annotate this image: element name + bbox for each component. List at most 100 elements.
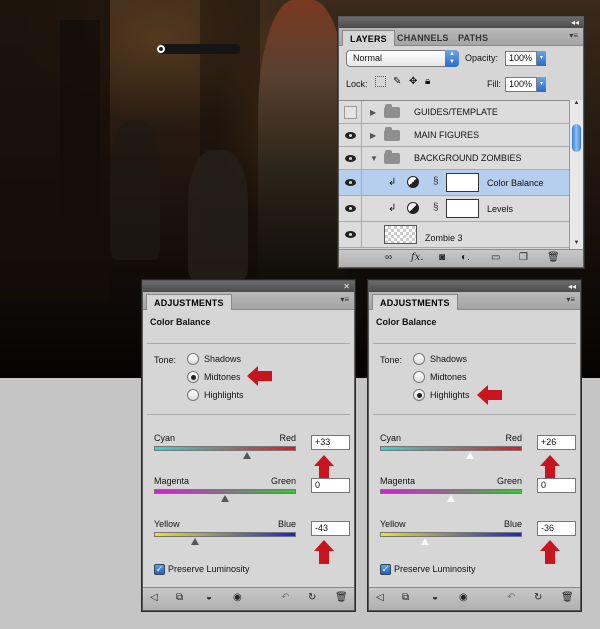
- visibility-cell[interactable]: [339, 196, 362, 221]
- radio-button[interactable]: [413, 353, 425, 365]
- lock-position-icon[interactable]: ✥: [409, 76, 417, 87]
- layer-row-main-figures[interactable]: ▶ MAIN FIGURES: [339, 124, 569, 147]
- slider-track[interactable]: [154, 446, 296, 451]
- tab-layers[interactable]: LAYERS: [342, 30, 395, 46]
- new-layer-icon[interactable]: ❐: [519, 252, 528, 263]
- visibility-off-icon[interactable]: [344, 106, 357, 119]
- slider-track[interactable]: [380, 532, 522, 537]
- slider-knob[interactable]: [447, 495, 455, 502]
- add-mask-icon[interactable]: ◙: [439, 252, 445, 263]
- slider-knob[interactable]: [221, 495, 229, 502]
- tab-paths[interactable]: PATHS: [451, 30, 495, 46]
- eye-icon[interactable]: [345, 132, 356, 139]
- previous-state-icon[interactable]: ↶: [507, 592, 515, 603]
- link-chain-icon[interactable]: §: [433, 176, 439, 187]
- panel-titlebar[interactable]: ✕: [143, 281, 354, 292]
- tab-adjustments[interactable]: ADJUSTMENTS: [372, 294, 458, 310]
- eye-icon[interactable]: [345, 205, 356, 212]
- fx-icon[interactable]: fx.: [411, 252, 424, 263]
- radio-button[interactable]: [413, 371, 425, 383]
- collapse-icon[interactable]: ✕: [343, 281, 350, 292]
- visibility-eye-icon[interactable]: ◉: [233, 592, 242, 603]
- visibility-cell[interactable]: [339, 170, 362, 195]
- layer-thumbnail[interactable]: [384, 225, 417, 244]
- eye-icon[interactable]: [345, 155, 356, 162]
- slider-track[interactable]: [380, 489, 522, 494]
- layer-row-color-balance[interactable]: ↲ § Color Balance: [339, 170, 569, 196]
- layer-row-guides-template[interactable]: ▶ GUIDES/TEMPLATE: [339, 101, 569, 124]
- visibility-cell[interactable]: [339, 101, 362, 123]
- slider-knob[interactable]: [243, 452, 251, 459]
- trash-icon[interactable]: 🗑︎: [561, 592, 574, 603]
- radio-button[interactable]: [413, 389, 425, 401]
- tab-channels[interactable]: CHANNELS: [390, 30, 456, 46]
- slider-value-input[interactable]: +26: [537, 435, 576, 450]
- previous-state-icon[interactable]: ↶: [281, 592, 289, 603]
- layer-mask-thumbnail[interactable]: [446, 199, 479, 218]
- visibility-cell[interactable]: [339, 124, 362, 146]
- preserve-luminosity-checkbox[interactable]: ✓: [380, 564, 391, 575]
- blend-mode-select[interactable]: Normal ▲ ▼: [346, 50, 459, 67]
- slider-knob[interactable]: [466, 452, 474, 459]
- collapse-icon[interactable]: ◂◂: [571, 17, 579, 28]
- opacity-input[interactable]: 100%: [505, 51, 537, 66]
- reset-icon[interactable]: ↻: [534, 592, 542, 603]
- expand-triangle-icon[interactable]: ▶: [370, 131, 376, 140]
- reset-icon[interactable]: ↻: [308, 592, 316, 603]
- opacity-dropdown-icon[interactable]: ▾: [537, 51, 546, 66]
- panel-menu-icon[interactable]: ▾≡: [340, 295, 349, 304]
- slider-value-input[interactable]: -36: [537, 521, 576, 536]
- slider-track[interactable]: [154, 532, 296, 537]
- expand-triangle-icon[interactable]: ▶: [370, 108, 376, 117]
- clip-layer-icon[interactable]: ◒: [432, 592, 438, 603]
- lock-pixels-icon[interactable]: ✎: [393, 76, 401, 87]
- back-arrow-icon[interactable]: ◁: [150, 592, 158, 603]
- slider-value-input[interactable]: 0: [537, 478, 576, 493]
- fill-input[interactable]: 100%: [505, 77, 537, 92]
- layer-row-levels[interactable]: ↲ § Levels: [339, 196, 569, 222]
- collapse-triangle-icon[interactable]: ▼: [370, 154, 378, 163]
- slider-knob[interactable]: [421, 538, 429, 545]
- red-arrow-up-icon: [540, 455, 560, 479]
- layer-row-zombie-3[interactable]: Zombie 3: [339, 222, 569, 248]
- visibility-cell[interactable]: [339, 222, 362, 247]
- collapse-icon[interactable]: ◂◂: [568, 281, 576, 292]
- new-group-icon[interactable]: ▭: [491, 252, 500, 263]
- lock-all-icon[interactable]: 🔒︎: [425, 76, 430, 87]
- fill-dropdown-icon[interactable]: ▾: [537, 77, 546, 92]
- scroll-up-icon[interactable]: ▲: [570, 100, 583, 110]
- slider-track[interactable]: [154, 489, 296, 494]
- eye-icon[interactable]: [345, 231, 356, 238]
- slider-value-input[interactable]: 0: [311, 478, 350, 493]
- lock-transparent-icon[interactable]: [375, 76, 386, 87]
- trash-icon[interactable]: 🗑︎: [547, 252, 560, 263]
- expand-view-icon[interactable]: ⧉: [176, 592, 183, 603]
- visibility-eye-icon[interactable]: ◉: [459, 592, 468, 603]
- slider-knob[interactable]: [191, 538, 199, 545]
- panel-titlebar[interactable]: ◂◂: [369, 281, 580, 292]
- trash-icon[interactable]: 🗑︎: [335, 592, 348, 603]
- clip-layer-icon[interactable]: ◒: [206, 592, 212, 603]
- panel-menu-icon[interactable]: ▾≡: [569, 31, 578, 40]
- radio-button[interactable]: [187, 353, 199, 365]
- expand-view-icon[interactable]: ⧉: [402, 592, 409, 603]
- slider-value-input[interactable]: +33: [311, 435, 350, 450]
- back-arrow-icon[interactable]: ◁: [376, 592, 384, 603]
- scroll-thumb[interactable]: [572, 124, 581, 152]
- link-chain-icon[interactable]: §: [433, 202, 439, 213]
- tab-adjustments[interactable]: ADJUSTMENTS: [146, 294, 232, 310]
- radio-button[interactable]: [187, 371, 199, 383]
- panel-titlebar[interactable]: ◂◂: [339, 17, 583, 28]
- link-layers-icon[interactable]: ∞: [385, 252, 392, 263]
- layer-row-background-zombies[interactable]: ▼ BACKGROUND ZOMBIES: [339, 147, 569, 170]
- panel-menu-icon[interactable]: ▾≡: [566, 295, 575, 304]
- layers-scrollbar[interactable]: ▲ ▼: [569, 100, 583, 250]
- layer-mask-thumbnail[interactable]: [446, 173, 479, 192]
- slider-value-input[interactable]: -43: [311, 521, 350, 536]
- preserve-luminosity-checkbox[interactable]: ✓: [154, 564, 165, 575]
- slider-track[interactable]: [380, 446, 522, 451]
- new-adjustment-icon[interactable]: ◐.: [461, 252, 470, 263]
- visibility-cell[interactable]: [339, 147, 362, 169]
- radio-button[interactable]: [187, 389, 199, 401]
- eye-icon[interactable]: [345, 179, 356, 186]
